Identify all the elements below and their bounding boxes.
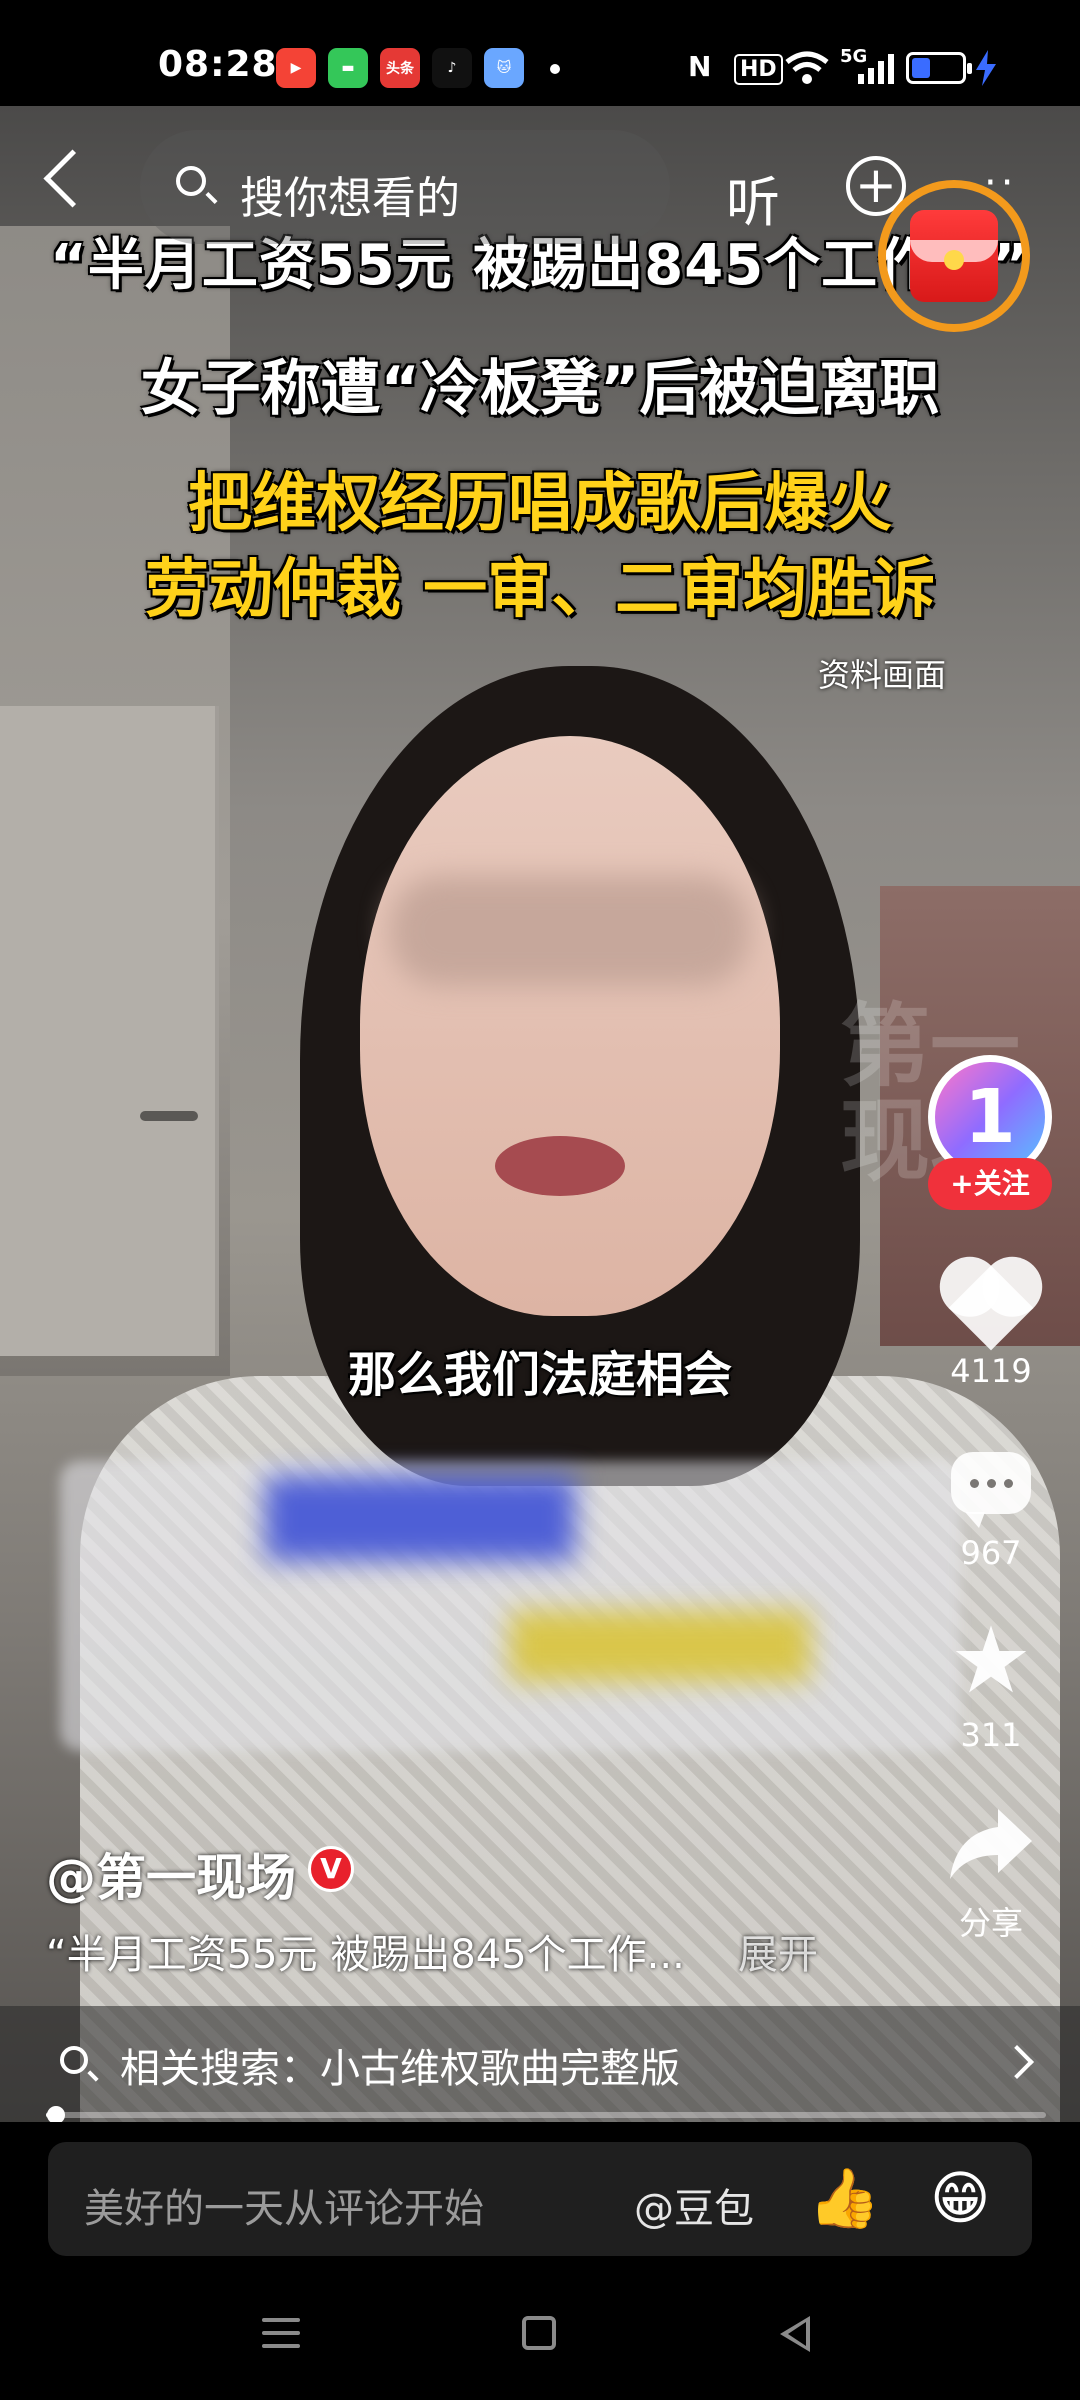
- search-placeholder: 搜你想看的: [240, 173, 460, 224]
- cat-app-icon: 🐱: [484, 48, 524, 88]
- search-icon: [60, 2046, 88, 2074]
- person-face: [360, 736, 780, 1316]
- thumbs-up-icon[interactable]: 👍: [808, 2164, 880, 2233]
- status-time: 08:28: [158, 44, 278, 85]
- back-nav-icon[interactable]: [780, 2316, 810, 2352]
- video-description[interactable]: “半月工资55元 被踢出845个工作...: [46, 1922, 685, 1980]
- avatar-logo: 1: [935, 1062, 1045, 1172]
- headline-4: 劳动仲裁 一审、二审均胜诉: [144, 553, 936, 627]
- like-count: 4119: [950, 1352, 1032, 1390]
- charging-icon: [976, 50, 996, 86]
- video-app-icon: ▶: [276, 48, 316, 88]
- share-label[interactable]: 分享: [908, 1898, 1074, 1944]
- headline-3: 把维权经历唱成歌后爆火: [188, 467, 892, 541]
- emoji-icon[interactable]: 😁: [930, 2164, 990, 2232]
- notification-dot: [550, 64, 560, 74]
- door: [0, 706, 219, 1356]
- mention-button[interactable]: @豆包: [634, 2176, 754, 2234]
- message-app-icon: ▬: [328, 48, 368, 88]
- headline-2: 女子称遭“冷板凳”后被迫离职: [140, 354, 940, 424]
- blurred-eyes: [390, 876, 750, 986]
- share-button[interactable]: [948, 1800, 1034, 1886]
- toutiao-app-icon: 头条: [380, 48, 420, 88]
- comment-placeholder: 美好的一天从评论开始: [84, 2186, 484, 2232]
- favorite-count: 311: [960, 1716, 1022, 1754]
- like-button[interactable]: [948, 1256, 1034, 1351]
- expand-link[interactable]: 展开: [738, 1922, 818, 1980]
- nfc-icon: N: [688, 50, 712, 83]
- tiktok-app-icon: ♪: [432, 48, 472, 88]
- battery-icon: [906, 52, 972, 84]
- favorite-button[interactable]: ★: [948, 1607, 1034, 1714]
- home-nav-icon[interactable]: [522, 2316, 556, 2350]
- menu-nav-icon[interactable]: [262, 2318, 300, 2357]
- progress-track[interactable]: [46, 2112, 1046, 2118]
- hd-icon: HD: [734, 54, 783, 85]
- verified-badge-icon: V: [308, 1846, 354, 1892]
- comment-count: 967: [960, 1534, 1022, 1572]
- red-packet-icon[interactable]: [878, 180, 1030, 332]
- footage-tag: 资料画面: [818, 656, 947, 694]
- signal-icon: [858, 54, 894, 84]
- follow-button[interactable]: +关注: [928, 1158, 1052, 1210]
- search-icon: [176, 166, 206, 196]
- heart-icon: [948, 1265, 1034, 1351]
- comment-button[interactable]: [948, 1440, 1034, 1528]
- author-name[interactable]: @第一现场: [46, 1838, 296, 1910]
- listen-button[interactable]: 听: [726, 158, 780, 237]
- star-icon: ★: [949, 1607, 1033, 1714]
- wifi-icon: [785, 51, 829, 84]
- related-search-text[interactable]: 相关搜索：小古维权歌曲完整版: [120, 2036, 680, 2094]
- share-icon: [950, 1809, 1032, 1879]
- comment-icon: [951, 1452, 1031, 1528]
